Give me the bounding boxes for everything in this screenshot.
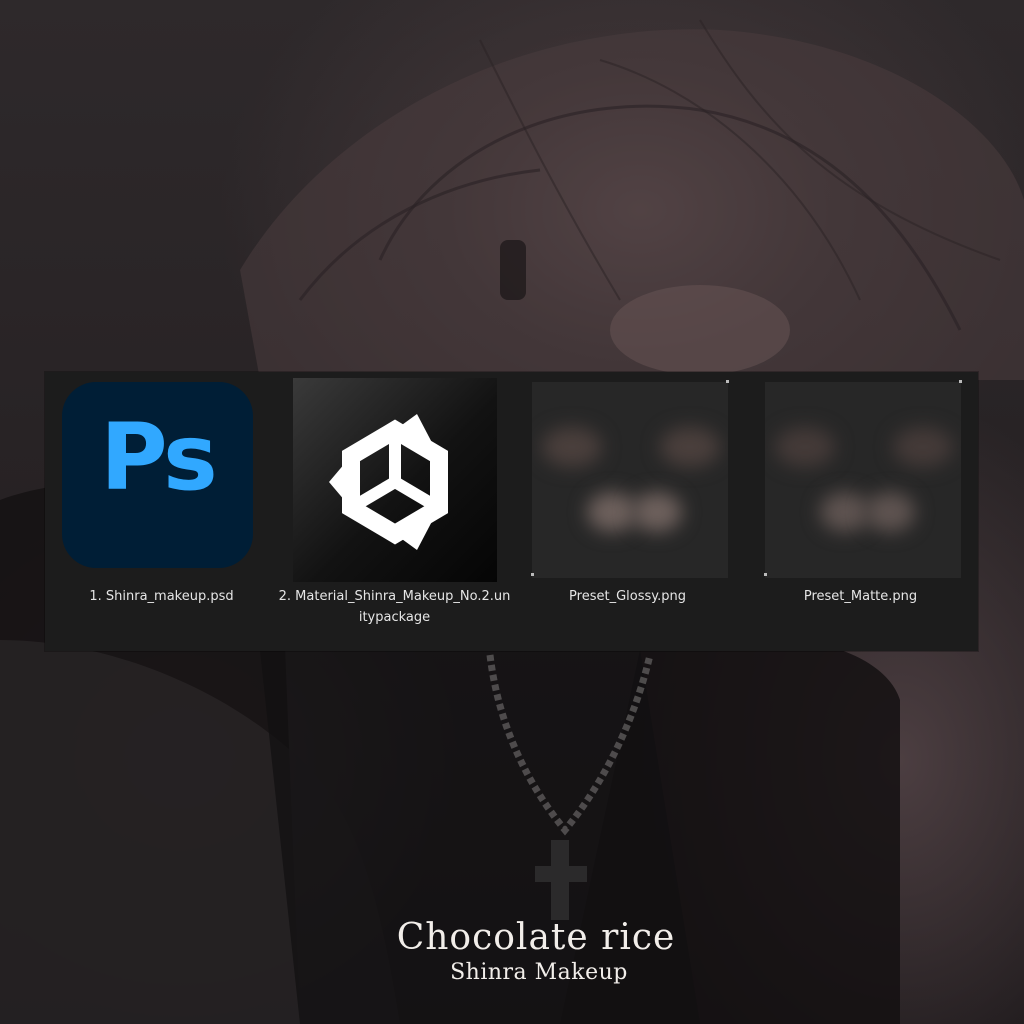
file-name: 1. Shinra_makeup.psd [89,589,234,604]
file-item-unitypackage[interactable]: 2. Material_Shinra_Makeup_No.2.unitypack… [278,372,511,651]
photoshop-icon-label: Ps [100,404,218,511]
unity-icon [293,378,497,582]
file-item-preset-matte[interactable]: Preset_Matte.png [744,372,977,651]
file-browser-panel: Ps 1. Shinra_makeup.psd 2. Material_Shin… [45,372,978,651]
brand-subtitle: Shinra Makeup [450,960,628,985]
file-name: Preset_Glossy.png [569,589,686,604]
promo-canvas: Ps 1. Shinra_makeup.psd 2. Material_Shin… [0,0,1024,1024]
file-name: 2. Material_Shinra_Makeup_No.2.unitypack… [278,589,511,625]
brand-title-block: Chocolate rice Shinra Makeup [0,916,1024,986]
image-thumbnail [765,382,961,578]
brand-title: Chocolate rice [396,917,676,958]
file-item-preset-glossy[interactable]: Preset_Glossy.png [511,372,744,651]
image-thumbnail [532,382,728,578]
file-item-psd[interactable]: Ps 1. Shinra_makeup.psd [45,372,278,651]
photoshop-icon: Ps [62,382,253,568]
file-name: Preset_Matte.png [803,589,918,604]
